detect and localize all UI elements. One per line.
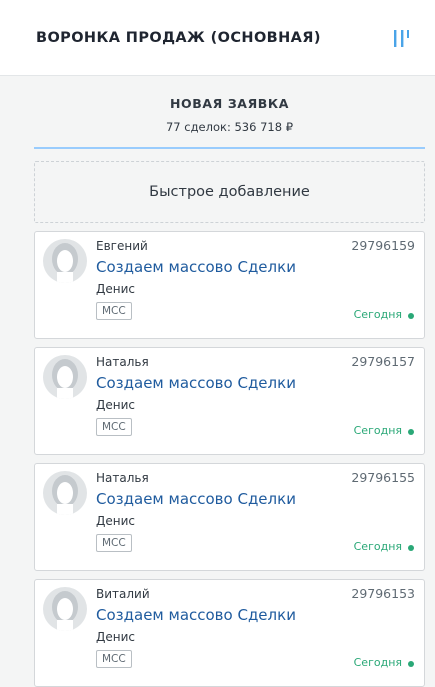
column-underline [34, 147, 425, 149]
deal-date: Сегодня [353, 656, 402, 669]
contact-name[interactable]: Виталий [96, 587, 150, 601]
deal-id: 29796157 [351, 354, 415, 369]
sliders-icon[interactable] [389, 27, 415, 49]
deal-name-link[interactable]: Создаем массово Сделки [96, 606, 296, 624]
tag-badge[interactable]: МСС [96, 650, 132, 668]
deal-id: 29796155 [351, 470, 415, 485]
quick-add-button[interactable]: Быстрое добавление [34, 161, 425, 223]
avatar-icon [43, 239, 87, 283]
responsible-user: Денис [96, 282, 135, 296]
status-dot [408, 313, 414, 319]
deal-name-link[interactable]: Создаем массово Сделки [96, 258, 296, 276]
column-header: НОВАЯ ЗАЯВКА 77 сделок: 536 718 ₽ [34, 76, 425, 151]
contact-name[interactable]: Евгений [96, 239, 148, 253]
column-title: НОВАЯ ЗАЯВКА [169, 96, 290, 111]
tag-badge[interactable]: МСС [96, 302, 132, 320]
column-summary: 77 сделок: 536 718 ₽ [165, 120, 294, 134]
tag-badge[interactable]: МСС [96, 418, 132, 436]
deal-name-link[interactable]: Создаем массово Сделки [96, 374, 296, 392]
status-dot [408, 661, 414, 667]
avatar-icon [43, 471, 87, 515]
deal-card[interactable]: Евгений 29796159 Создаем массово Сделки … [34, 231, 425, 339]
tag-badge[interactable]: МСС [96, 534, 132, 552]
deal-card[interactable]: Наталья 29796155 Создаем массово Сделки … [34, 463, 425, 571]
deal-date: Сегодня [353, 424, 402, 437]
deal-id: 29796153 [351, 586, 415, 601]
deal-name-link[interactable]: Создаем массово Сделки [96, 490, 296, 508]
avatar-icon [43, 355, 87, 399]
deal-card[interactable]: Наталья 29796157 Создаем массово Сделки … [34, 347, 425, 455]
deal-id: 29796159 [351, 238, 415, 253]
pipeline-title: ВОРОНКА ПРОДАЖ (ОСНОВНАЯ) [36, 30, 321, 46]
status-dot [408, 545, 414, 551]
contact-name[interactable]: Наталья [96, 471, 149, 485]
deal-card[interactable]: Виталий 29796153 Создаем массово Сделки … [34, 579, 425, 687]
deal-date: Сегодня [353, 540, 402, 553]
responsible-user: Денис [96, 630, 135, 644]
responsible-user: Денис [96, 398, 135, 412]
pipeline-header: ВОРОНКА ПРОДАЖ (ОСНОВНАЯ) [0, 0, 435, 76]
avatar-icon [43, 587, 87, 631]
status-dot [408, 429, 414, 435]
contact-name[interactable]: Наталья [96, 355, 149, 369]
responsible-user: Денис [96, 514, 135, 528]
deal-date: Сегодня [353, 308, 402, 321]
